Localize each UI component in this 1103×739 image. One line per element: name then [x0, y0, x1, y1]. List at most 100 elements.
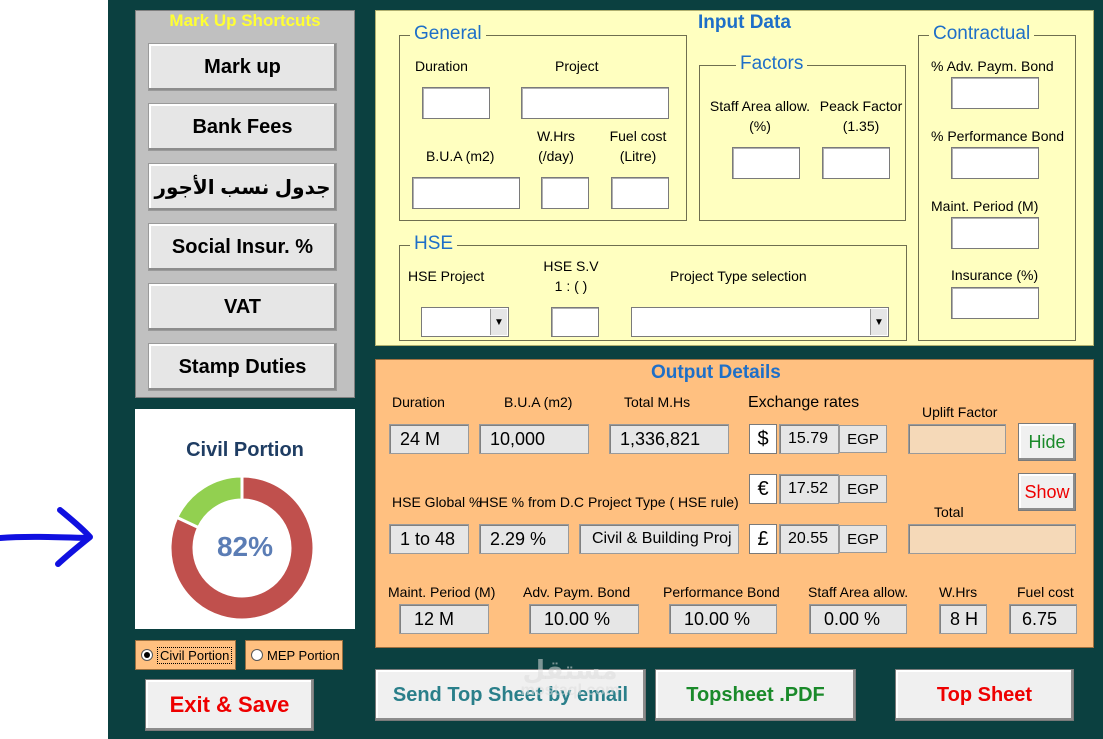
insurance-input[interactable]: [951, 287, 1039, 319]
duration-input[interactable]: [422, 87, 490, 119]
hse-sv-input[interactable]: [551, 307, 599, 337]
whrs-label: W.Hrs (/day): [531, 126, 581, 166]
pie-slice-1: [174, 474, 244, 530]
factors-frame: Factors Staff Area allow. (%) Peack Fact…: [699, 53, 906, 221]
out-maint-label: Maint. Period (M): [388, 584, 496, 600]
civil-portion-radio[interactable]: Civil Portion: [135, 640, 236, 670]
eur-rate-value: 17.52: [779, 474, 839, 504]
bua-label: B.U.A (m2): [426, 148, 495, 164]
staff-area-label: Staff Area allow. (%): [708, 96, 812, 136]
out-staff-label: Staff Area allow.: [808, 584, 909, 600]
staff-label-line1: Staff Area allow.: [709, 98, 811, 114]
gbp-rate-unit: EGP: [839, 525, 887, 553]
hse-project-dropdown[interactable]: ▼: [421, 307, 509, 337]
gbp-rate-value: 20.55: [779, 524, 839, 554]
peack-factor-input[interactable]: [822, 147, 890, 179]
project-type-dropdown[interactable]: ▼: [631, 307, 889, 337]
pound-icon: £: [749, 524, 777, 554]
peack-factor-label: Peack Factor (1.35): [818, 96, 904, 136]
hse-sv-label-line1: HSE S.V: [543, 258, 599, 274]
exit-save-button[interactable]: Exit & Save: [145, 679, 314, 731]
out-duration-label: Duration: [392, 394, 445, 410]
out-staff-value: 0.00 %: [809, 604, 907, 634]
bua-input[interactable]: [412, 177, 520, 209]
contractual-frame: Contractual % Adv. Paym. Bond % Performa…: [918, 23, 1076, 341]
out-total-mhs-value: 1,336,821: [609, 424, 729, 454]
fuel-cost-input[interactable]: [611, 177, 669, 209]
hse-global-label: HSE Global %: [392, 494, 482, 510]
out-bua-label: B.U.A (m2): [504, 394, 573, 410]
peack-label-line2: (1.35): [842, 118, 880, 134]
general-frame: General Duration Project B.U.A (m2) W.Hr…: [399, 23, 687, 221]
civil-portion-chart: Civil Portion 82%: [135, 409, 355, 629]
topsheet-pdf-button[interactable]: Topsheet .PDF: [655, 669, 856, 721]
vat-button[interactable]: VAT: [148, 283, 337, 331]
out-fuel-label: Fuel cost: [1017, 584, 1074, 600]
donut-chart: [168, 474, 316, 622]
chart-center-label: 82%: [216, 531, 274, 562]
project-type-label: Project Type selection: [670, 268, 807, 284]
maint-period-input[interactable]: [951, 217, 1039, 249]
blue-arrow-annotation: [0, 507, 93, 567]
output-details-panel: Output Details Duration B.U.A (m2) Total…: [375, 359, 1094, 648]
project-label: Project: [555, 58, 599, 74]
insurance-label: Insurance (%): [951, 267, 1039, 283]
out-whrs-value: 8 H: [939, 604, 987, 634]
eur-rate-unit: EGP: [839, 475, 887, 503]
out-perf-label: Performance Bond: [663, 584, 780, 600]
civil-portion-label: Civil Portion: [157, 646, 233, 664]
stamp-duties-button[interactable]: Stamp Duties: [148, 343, 337, 391]
performance-bond-label: % Performance Bond: [931, 128, 1065, 144]
exchange-rates-label: Exchange rates: [748, 394, 860, 411]
chevron-down-icon[interactable]: ▼: [490, 309, 507, 335]
hse-global-value: 1 to 48: [389, 524, 469, 554]
radio-unselected-icon: [251, 649, 263, 661]
bank-fees-button[interactable]: Bank Fees: [148, 103, 337, 151]
project-type-rule-label: Project Type ( HSE rule): [588, 494, 739, 510]
fuel-label-line1: Fuel cost: [609, 128, 667, 144]
performance-bond-input[interactable]: [951, 147, 1039, 179]
out-duration-value: 24 M: [389, 424, 469, 454]
hse-legend: HSE: [410, 233, 458, 255]
out-whrs-label: W.Hrs: [939, 584, 978, 600]
mep-portion-radio[interactable]: MEP Portion: [245, 640, 343, 670]
peack-label-line1: Peack Factor: [819, 98, 903, 114]
euro-icon: €: [749, 474, 777, 504]
out-adv-label: Adv. Paym. Bond: [523, 584, 631, 600]
staff-area-input[interactable]: [732, 147, 800, 179]
radio-selected-icon: [141, 649, 153, 661]
social-insurance-button[interactable]: Social Insur. %: [148, 223, 337, 271]
show-button[interactable]: Show: [1018, 473, 1076, 511]
duration-label: Duration: [415, 58, 468, 74]
total-label: Total: [934, 504, 964, 520]
usd-rate-unit: EGP: [839, 425, 887, 453]
out-adv-value: 10.00 %: [529, 604, 639, 634]
project-type-value: Civil & Building Proj: [579, 524, 739, 554]
fuel-cost-label: Fuel cost (Litre): [605, 126, 671, 166]
output-details-title: Output Details: [651, 362, 781, 383]
top-sheet-button[interactable]: Top Sheet: [895, 669, 1074, 721]
chevron-down-icon[interactable]: ▼: [870, 309, 887, 335]
staff-label-line2: (%): [749, 118, 771, 134]
usd-rate-value: 15.79: [779, 424, 839, 454]
hse-sv-label-line2: 1 : ( ): [554, 278, 588, 294]
mep-portion-label: MEP Portion: [267, 647, 340, 663]
hse-project-label: HSE Project: [408, 268, 485, 284]
hide-button[interactable]: Hide: [1018, 423, 1076, 461]
hse-sv-label: HSE S.V 1 : ( ): [542, 256, 600, 296]
send-email-button[interactable]: Send Top Sheet by email: [375, 669, 646, 721]
input-data-panel: Input Data General Duration Project B.U.…: [375, 10, 1094, 346]
whrs-label-line2: (/day): [538, 148, 574, 164]
adv-bond-input[interactable]: [951, 77, 1039, 109]
whrs-input[interactable]: [541, 177, 589, 209]
adv-bond-label: % Adv. Paym. Bond: [931, 58, 1054, 74]
out-bua-value: 10,000: [479, 424, 589, 454]
out-maint-value: 12 M: [399, 604, 489, 634]
out-perf-value: 10.00 %: [669, 604, 777, 634]
uplift-factor-label: Uplift Factor: [922, 404, 998, 420]
wages-table-button[interactable]: جدول نسب الأجور: [148, 163, 337, 211]
uplift-factor-value: [908, 424, 1006, 454]
markup-button[interactable]: Mark up: [148, 43, 337, 91]
project-input[interactable]: [521, 87, 669, 119]
out-fuel-value: 6.75: [1009, 604, 1077, 634]
